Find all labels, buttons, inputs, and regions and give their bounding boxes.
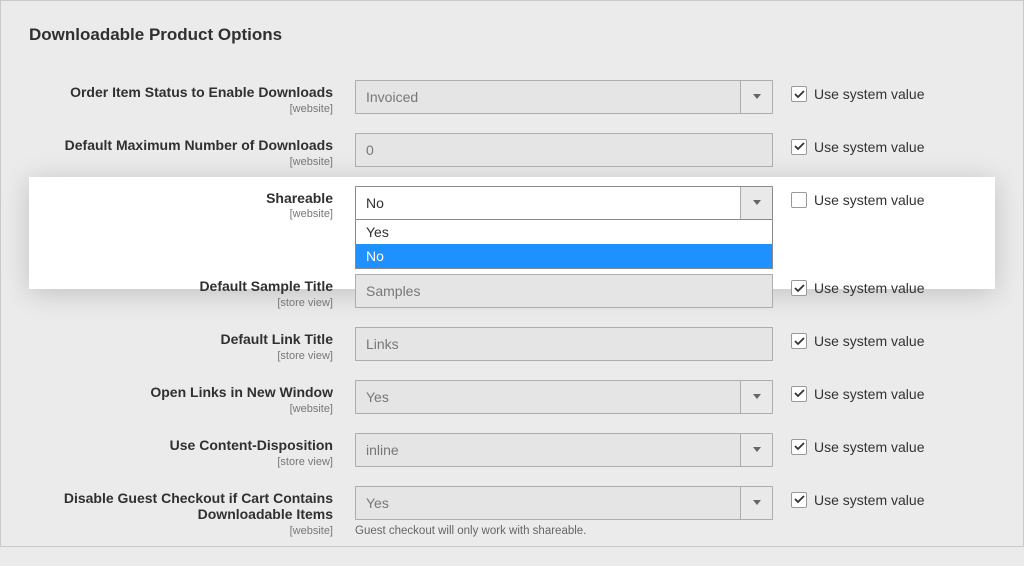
shareable-select[interactable]: No [355, 186, 773, 220]
disable-guest-select[interactable]: Yes [355, 486, 773, 520]
use-system-label: Use system value [814, 439, 924, 455]
chevron-down-icon [740, 434, 772, 466]
use-system-checkbox[interactable] [791, 86, 807, 102]
use-system-col: Use system value [773, 80, 924, 102]
use-system-col: Use system value [773, 274, 924, 296]
use-system-checkbox[interactable] [791, 139, 807, 155]
chevron-down-icon [740, 81, 772, 113]
field-label: Default Maximum Number of Downloads [29, 137, 333, 154]
input-value: Samples [366, 283, 420, 299]
field-label: Shareable [29, 190, 333, 207]
sample-title-input[interactable]: Samples [355, 274, 773, 308]
field-col: Yes [355, 380, 773, 414]
field-scope: [website] [29, 208, 333, 220]
section-title: Downloadable Product Options [29, 25, 995, 45]
select-value: No [366, 195, 384, 211]
row-order-status: Order Item Status to Enable Downloads [w… [29, 71, 995, 124]
label-col: Default Link Title [store view] [29, 327, 355, 362]
chevron-down-icon [740, 187, 772, 219]
row-max-downloads: Default Maximum Number of Downloads [web… [29, 124, 995, 177]
field-col: Links [355, 327, 773, 361]
field-label: Disable Guest Checkout if Cart Contains … [29, 490, 333, 524]
select-value: Yes [366, 389, 389, 405]
use-system-checkbox[interactable] [791, 192, 807, 208]
field-scope: [website] [29, 525, 333, 537]
label-col: Default Maximum Number of Downloads [web… [29, 133, 355, 168]
select-value: Yes [366, 495, 389, 511]
label-col: Shareable [website] [29, 186, 355, 221]
use-system-checkbox[interactable] [791, 386, 807, 402]
field-col: No Yes No [355, 186, 773, 220]
label-col: Default Sample Title [store view] [29, 274, 355, 309]
field-col: 0 [355, 133, 773, 167]
field-col: Yes Guest checkout will only work with s… [355, 486, 773, 537]
input-value: Links [366, 336, 399, 352]
field-scope: [store view] [29, 297, 333, 309]
row-new-window: Open Links in New Window [website] Yes U… [29, 371, 995, 424]
use-system-checkbox[interactable] [791, 333, 807, 349]
new-window-select[interactable]: Yes [355, 380, 773, 414]
field-col: Invoiced [355, 80, 773, 114]
use-system-checkbox[interactable] [791, 492, 807, 508]
max-downloads-input[interactable]: 0 [355, 133, 773, 167]
use-system-label: Use system value [814, 386, 924, 402]
field-label: Open Links in New Window [29, 384, 333, 401]
use-system-col: Use system value [773, 433, 924, 455]
config-rows: Order Item Status to Enable Downloads [w… [29, 71, 995, 546]
field-col: Samples [355, 274, 773, 308]
use-system-col: Use system value [773, 380, 924, 402]
label-col: Disable Guest Checkout if Cart Contains … [29, 486, 355, 538]
dropdown-option-no[interactable]: No [356, 244, 772, 268]
label-col: Open Links in New Window [website] [29, 380, 355, 415]
use-system-col: Use system value [773, 327, 924, 349]
field-scope: [store view] [29, 350, 333, 362]
shareable-dropdown[interactable]: Yes No [355, 220, 773, 269]
row-link-title: Default Link Title [store view] Links Us… [29, 318, 995, 371]
use-system-label: Use system value [814, 192, 924, 208]
label-col: Order Item Status to Enable Downloads [w… [29, 80, 355, 115]
use-system-label: Use system value [814, 333, 924, 349]
helper-text: Guest checkout will only work with share… [355, 520, 773, 537]
field-scope: [website] [29, 103, 333, 115]
use-system-label: Use system value [814, 280, 924, 296]
content-disposition-select[interactable]: inline [355, 433, 773, 467]
field-scope: [website] [29, 156, 333, 168]
chevron-down-icon [740, 487, 772, 519]
field-col: inline [355, 433, 773, 467]
config-panel: Downloadable Product Options Order Item … [1, 1, 1023, 566]
field-scope: [website] [29, 403, 333, 415]
chevron-down-icon [740, 381, 772, 413]
field-label: Default Sample Title [29, 278, 333, 295]
field-scope: [store view] [29, 456, 333, 468]
row-shareable: Shareable [website] No Yes No [29, 177, 995, 230]
select-value: inline [366, 442, 399, 458]
use-system-checkbox[interactable] [791, 280, 807, 296]
field-label: Default Link Title [29, 331, 333, 348]
use-system-checkbox[interactable] [791, 439, 807, 455]
use-system-col: Use system value [773, 186, 924, 208]
order-status-select[interactable]: Invoiced [355, 80, 773, 114]
row-sample-title: Default Sample Title [store view] Sample… [29, 265, 995, 318]
dropdown-option-yes[interactable]: Yes [356, 220, 772, 244]
field-label: Use Content-Disposition [29, 437, 333, 454]
use-system-label: Use system value [814, 139, 924, 155]
select-value: Invoiced [366, 89, 418, 105]
use-system-label: Use system value [814, 492, 924, 508]
use-system-label: Use system value [814, 86, 924, 102]
label-col: Use Content-Disposition [store view] [29, 433, 355, 468]
use-system-col: Use system value [773, 133, 924, 155]
use-system-col: Use system value [773, 486, 924, 508]
row-disable-guest: Disable Guest Checkout if Cart Contains … [29, 477, 995, 547]
row-content-disposition: Use Content-Disposition [store view] inl… [29, 424, 995, 477]
input-value: 0 [366, 142, 374, 158]
link-title-input[interactable]: Links [355, 327, 773, 361]
field-label: Order Item Status to Enable Downloads [29, 84, 333, 101]
